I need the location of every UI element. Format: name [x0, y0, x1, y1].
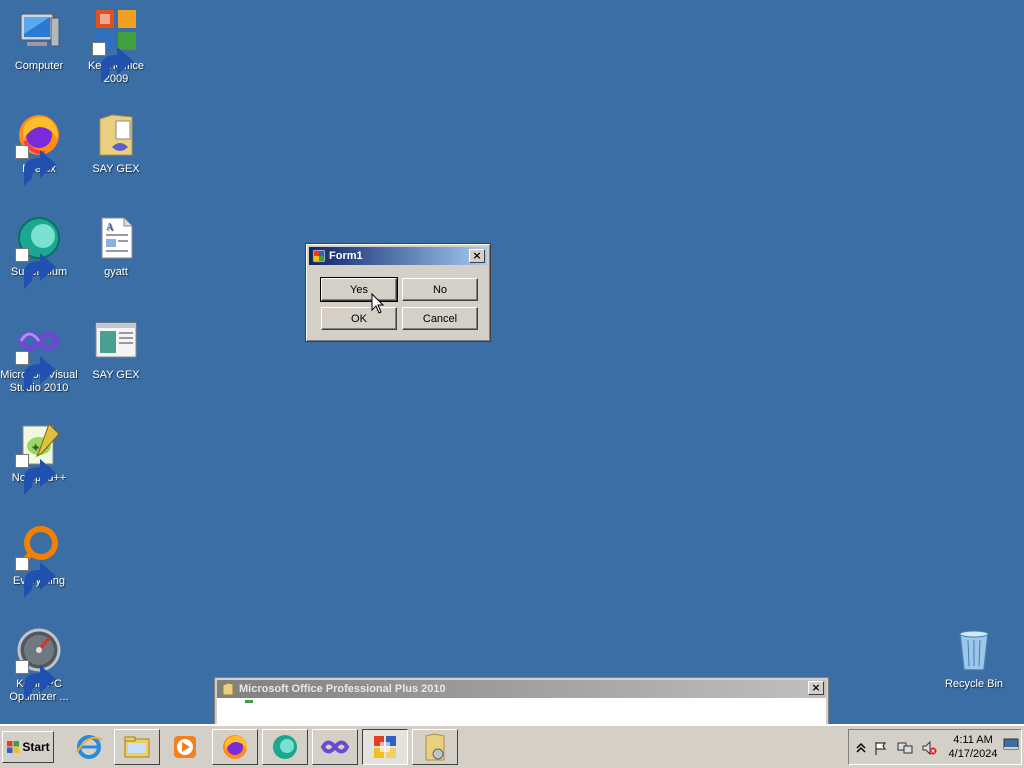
show-desktop-icon[interactable] [1003, 736, 1019, 752]
mouse-cursor-icon [371, 293, 385, 314]
form-app-icon [312, 249, 326, 263]
taskbar-item-firefox[interactable] [212, 729, 258, 765]
taskbar-item-visual-studio[interactable] [312, 729, 358, 765]
folder-icon [425, 733, 445, 761]
form1-dialog: Form1 × Yes No OK Cancel [305, 243, 491, 342]
taskbar-item-office-installer[interactable] [362, 729, 408, 765]
taskbar-item-folder[interactable] [412, 729, 458, 765]
desktop-icon-label: Recycle Bin [944, 678, 1004, 690]
chevron-up-icon[interactable] [853, 740, 869, 756]
internet-explorer-icon [76, 735, 103, 759]
file-explorer-icon [124, 736, 150, 758]
network-icon[interactable] [897, 740, 913, 756]
clock-time: 4:11 AM [953, 734, 993, 746]
no-button[interactable]: No [402, 278, 478, 301]
media-player-icon [174, 736, 196, 758]
start-label: Start [22, 740, 50, 754]
office-installer-icon [221, 682, 235, 696]
desktop-icon-gyatt[interactable]: A gyatt [77, 214, 155, 279]
supermium-icon [15, 214, 63, 289]
recycle-bin-icon [950, 626, 998, 674]
shortcut-arrow-icon [15, 454, 56, 495]
windows-logo-icon [7, 741, 20, 753]
firefox-icon [223, 735, 248, 759]
office-window-title: Microsoft Office Professional Plus 2010 [239, 683, 446, 695]
office-window-body [217, 698, 826, 726]
desktop-icon-label: Computer [14, 60, 64, 72]
yes-button[interactable]: Yes [320, 277, 398, 302]
document-icon: A [92, 214, 140, 262]
computer-icon [15, 8, 63, 56]
progress-fragment [245, 700, 253, 703]
desktop-icon-visual-studio[interactable]: Microsoft Visual Studio 2010 [0, 317, 78, 395]
shortcut-arrow-icon [15, 557, 56, 598]
cancel-button[interactable]: Cancel [402, 307, 478, 330]
desktop-icon-recycle-bin[interactable]: Recycle Bin [935, 626, 1013, 691]
desktop-icon-kevinoffice[interactable]: KevinOffice 2009 [77, 8, 155, 86]
desktop-icon-label: SAY GEX [92, 369, 140, 381]
desktop: Computer KevinOffice 2009 Firefox SAY GE… [0, 0, 1024, 727]
desktop-icon-computer[interactable]: Computer [0, 8, 78, 73]
taskbar-item-file-explorer[interactable] [114, 729, 160, 765]
taskbar-item-supermium[interactable] [262, 729, 308, 765]
volume-muted-icon[interactable] [921, 740, 937, 756]
shortcut-arrow-icon [15, 145, 56, 186]
supermium-icon [273, 735, 297, 759]
form1-title: Form1 [329, 250, 363, 262]
flag-icon[interactable] [873, 740, 889, 756]
taskbar: Start 4:11 AM 4/17/2024 [0, 724, 1024, 768]
close-icon[interactable]: × [808, 681, 824, 695]
ok-button[interactable]: OK [321, 307, 397, 330]
desktop-icon-everything[interactable]: Everything [0, 523, 78, 598]
desktop-icon-say-gex-folder[interactable]: SAY GEX [77, 111, 155, 176]
shortcut-arrow-icon [15, 248, 56, 289]
office-installer-window: Microsoft Office Professional Plus 2010 … [214, 677, 829, 727]
desktop-icon-kevin-pc-optimizer[interactable]: Kevin PC Optimizer ... [0, 626, 78, 704]
desktop-icon-label: gyatt [104, 266, 128, 278]
shortcut-arrow-icon [92, 42, 133, 83]
desktop-icon-label: SAY GEX [92, 163, 140, 175]
visual-studio-icon [15, 317, 63, 392]
taskbar-item-internet-explorer[interactable] [66, 729, 112, 765]
desktop-icon-supermium[interactable]: Supermium [0, 214, 78, 289]
office-icon [92, 8, 140, 83]
desktop-icon-firefox[interactable]: Firefox [0, 111, 78, 186]
firefox-icon [15, 111, 63, 186]
office-titlebar[interactable]: Microsoft Office Professional Plus 2010 … [217, 680, 826, 698]
svg-text:A: A [106, 222, 114, 233]
folder-icon [92, 111, 140, 159]
shortcut-arrow-icon [15, 660, 56, 701]
desktop-icon-notepad-plus-plus[interactable]: ++ Notepad++ [0, 420, 78, 495]
clock[interactable]: 4:11 AM 4/17/2024 [943, 733, 1003, 761]
everything-search-icon [15, 523, 63, 598]
form1-titlebar[interactable]: Form1 × [309, 247, 487, 265]
taskbar-item-media-player[interactable] [162, 729, 208, 765]
desktop-icon-say-gex-app[interactable]: SAY GEX [77, 317, 155, 382]
notepad-plus-plus-icon: ++ [15, 420, 63, 495]
shortcut-arrow-icon [15, 351, 56, 392]
start-button[interactable]: Start [2, 731, 54, 763]
office-installer-icon [374, 736, 396, 758]
system-tray: 4:11 AM 4/17/2024 [848, 729, 1022, 765]
clock-date: 4/17/2024 [948, 748, 998, 760]
window-app-icon [92, 317, 140, 365]
visual-studio-icon [320, 740, 350, 754]
close-icon[interactable]: × [469, 249, 485, 263]
gauge-icon [15, 626, 63, 701]
